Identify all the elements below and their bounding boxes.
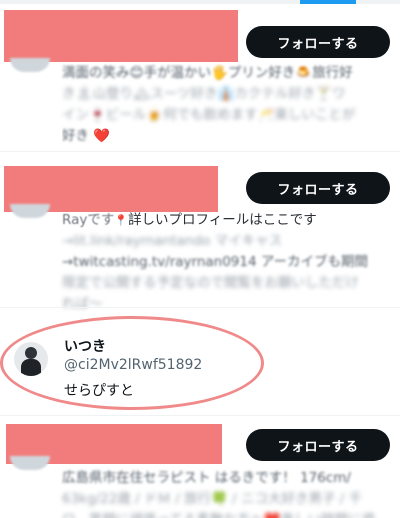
- bio-line: 63kg/22歳 / ドＭ / 旅行🍀 / ニコ大好き男子 / 千: [62, 491, 363, 507]
- user-bio: 満面の笑み😊手が温かい🖐プリン好き🍮旅行好 き🏝山登り🏔スーツ好き👔カクテル好き…: [62, 63, 388, 147]
- avatar[interactable]: [14, 342, 48, 376]
- row-divider: [0, 307, 400, 308]
- follow-button[interactable]: フォローする: [246, 26, 390, 58]
- heart-icon: ❤️: [93, 128, 111, 144]
- bio-line: →twitcasting.tv/rayrnan0914 アーカイブも期間: [62, 254, 369, 270]
- bio-line: 限定で公開する予定なので閲覧をお願いしただけ: [62, 275, 359, 291]
- user-bio: Rayです📍詳しいプロフィールはここです →lit.link/rayrnanta…: [62, 210, 388, 315]
- user-cell[interactable]: フォローする Rayです📍詳しいプロフィールはここです →lit.link/ra…: [0, 152, 400, 312]
- user-bio: せらぴすと: [64, 383, 134, 399]
- user-cell[interactable]: フォローする 満面の笑み😊手が温かい🖐プリン好き🍮旅行好 き🏝山登り🏔スーツ好き…: [0, 0, 400, 152]
- avatar: [10, 204, 50, 218]
- bio-line: 広島県市在住セラピスト はるきです！ 176cm/: [62, 470, 351, 486]
- avatar: [10, 456, 50, 470]
- user-cell[interactable]: フォローする 広島県市在住セラピスト はるきです！ 176cm/ 63kg/22…: [0, 416, 400, 518]
- bio-line: れば〜: [62, 296, 103, 312]
- avatar: [10, 58, 50, 72]
- user-handle[interactable]: @ci2Mv2lRwf51892: [64, 357, 202, 373]
- bio-line: 満面の笑み😊手が温かい🖐プリン好き🍮旅行好: [62, 65, 353, 81]
- pin-icon: 📍: [114, 214, 129, 227]
- bio-line: 好き: [62, 128, 89, 144]
- bio-line: イン🍷ビール🍺何でも飲めます🥂楽しいことが: [62, 107, 356, 123]
- redacted-user-name: [4, 10, 238, 62]
- bio-line: →lit.link/rayrnantando マイキャス: [62, 233, 283, 249]
- user-name[interactable]: いつき: [64, 336, 106, 356]
- bio-line: ロ、笑顔に頑張ってる素敵な方へ❤️楽しい時間に遊: [62, 510, 388, 518]
- follow-button[interactable]: フォローする: [246, 172, 390, 204]
- follow-button[interactable]: フォローする: [246, 429, 390, 461]
- bio-line: き🏝山登り🏔スーツ好き👔カクテル好き🍸ワ: [62, 86, 346, 102]
- bio-line: Rayです📍詳しいプロフィールはここです: [62, 212, 317, 228]
- user-bio: 広島県市在住セラピスト はるきです！ 176cm/ 63kg/22歳 / ドＭ …: [62, 468, 388, 518]
